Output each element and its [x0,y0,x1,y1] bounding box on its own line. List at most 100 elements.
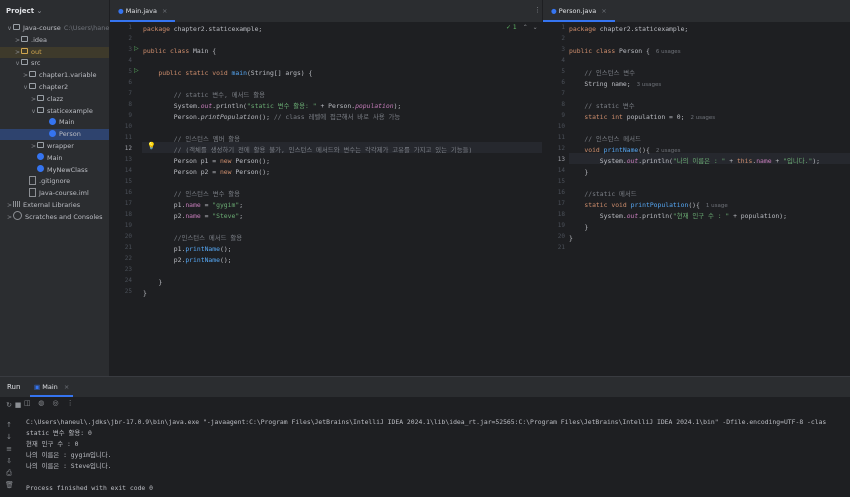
inspection-widget[interactable]: ✓ 1 ⌃ ⌄ [506,24,538,31]
line-number: 17 [557,200,565,207]
usage-hint[interactable]: 3 usages [637,82,662,88]
code-line: } [569,223,589,231]
tree-item[interactable]: Main [0,153,109,164]
tree-item-label: Java-course [23,24,61,32]
chevron-down-icon[interactable]: v [14,58,21,69]
run-main-icon[interactable]: ▷ [134,67,139,74]
tree-item[interactable]: Person [0,129,109,141]
line-number: 9 [128,112,132,119]
code-line: p2.printName(); [143,256,232,264]
chevron-down-icon[interactable]: v [6,23,13,34]
tree-item[interactable]: .gitignore [0,175,109,187]
tree-item[interactable]: > Scratches and Consoles [0,211,109,223]
close-icon[interactable]: × [162,7,167,15]
line-number: 20 [557,233,565,240]
tree-item[interactable]: > chapter1.variable [0,70,109,81]
tree-item[interactable]: v src [0,58,109,69]
trash-icon[interactable]: 🗑 [5,481,14,489]
more-options-icon[interactable]: ⋮ [67,399,75,407]
usage-hint[interactable]: 2 usages [690,115,715,121]
tree-item-label: .idea [31,35,47,44]
package-icon [37,94,44,101]
more-options-icon[interactable]: ⋮ [534,6,541,14]
line-number: 23 [124,266,132,273]
tree-item[interactable]: Main [0,117,109,128]
line-number: 4 [561,57,565,64]
tree-item[interactable]: > clazz [0,94,109,105]
chevron-right-icon[interactable]: > [6,200,13,211]
tab-main-java[interactable]: ● Main.java × [110,0,176,22]
scroll-down-icon[interactable]: ↓ [5,433,13,441]
tree-item[interactable]: MyNewClass [0,165,109,176]
tab-person-java[interactable]: ● Person.java × [543,0,615,22]
code-line: public class Main { [143,47,217,55]
tree-item[interactable]: Java-course.iml [0,187,109,199]
run-tab-main[interactable]: ▣ Main × [30,377,74,397]
chevron-right-icon[interactable]: > [22,70,29,81]
tree-item[interactable]: > wrapper [0,141,109,152]
left-code-editor[interactable]: ✓ 1 ⌃ ⌄ 1 2 3 4 5 6 7 8 9 10 11 12 13 14 15 16 17 18 19 20 2… [110,22,542,376]
scroll-to-end-icon[interactable]: ⇩ [5,457,13,465]
line-number: 19 [557,222,565,229]
close-icon[interactable]: × [601,7,606,15]
rerun-icon[interactable]: ↻ [5,401,13,409]
chevron-down-icon[interactable]: ⌄ [533,24,538,31]
chevron-down-icon[interactable]: v [30,106,37,117]
restore-layout-icon[interactable]: ◍ [38,399,46,407]
folder-icon [21,35,28,42]
run-class-icon[interactable]: ▷ [134,45,139,52]
code-line: package chapter2.staticexample; [569,25,689,33]
chevron-up-icon[interactable]: ⌃ [523,24,528,31]
stop-icon[interactable]: ■ [14,401,22,409]
usage-hint[interactable]: 1 usage [706,203,728,209]
usage-hint[interactable]: 6 usages [656,49,681,55]
project-title-label: Project [6,7,35,15]
tree-item[interactable]: v chapter2 [0,82,109,93]
chevron-down-icon[interactable]: v [22,82,29,93]
line-number: 5 [128,68,132,75]
project-panel-title[interactable]: Project ⌄ [0,0,109,22]
line-number: 7 [561,90,565,97]
line-number: 21 [557,244,565,251]
chevron-right-icon[interactable]: > [6,212,13,223]
code-line: // static 변수, 메서드 활용 [173,91,265,99]
inspection-count: ✓ 1 [506,24,517,31]
tree-item[interactable]: v Java-courseC:\Users\haneul\ [0,23,109,34]
line-number: 10 [124,123,132,130]
tree-item-label: Java-course.iml [39,189,89,198]
code-line: // (객체를 생성하기 전에 활용 불가, 인스턴스 메서드와 변수는 각각제… [173,146,473,154]
line-number: 18 [124,211,132,218]
scroll-up-icon[interactable]: ↑ [5,421,13,429]
package-icon [29,83,36,89]
line-number: 12 [124,145,132,152]
tree-item[interactable]: > out [0,46,109,58]
usage-hint[interactable]: 2 usages [656,148,681,154]
chevron-down-icon[interactable]: ⌄ [36,7,42,15]
line-number: 4 [128,57,132,64]
tree-item[interactable]: > External Libraries [0,200,109,211]
line-number: 2 [561,35,565,42]
run-panel: Run ▣ Main × ◫ ◍ ◎ ⋮ ↻ ■ ↑ ↓ ≡ ⇩ ⎙ 🗑 C:\… [0,376,850,497]
tree-item-label: wrapper [47,142,74,150]
line-number: 1 [128,24,132,31]
line-number: 19 [124,222,132,229]
camera-icon[interactable]: ◫ [24,399,32,407]
right-code-editor[interactable]: 1 2 3 4 5 6 7 8 9 10 11 12 13 14 15 16 17 18 19 20 21 packag… [543,22,850,376]
console-line: 나의 이름은 : Steve입니다. [26,462,112,470]
code-line: package chapter2.staticexample; [143,25,263,33]
chevron-right-icon[interactable]: > [30,141,37,152]
code-line: } [143,289,147,297]
class-icon [37,165,44,173]
chevron-right-icon[interactable]: > [30,94,37,105]
chevron-right-icon[interactable]: > [14,47,21,58]
line-number: 9 [561,112,565,119]
close-icon[interactable]: × [64,383,69,391]
chevron-right-icon[interactable]: > [14,35,21,46]
folder-icon [21,47,28,54]
run-tab-label: Main [42,383,58,391]
tree-item[interactable]: v staticexample [0,106,109,117]
print-icon[interactable]: ⎙ [5,469,13,477]
soft-wrap-icon[interactable]: ≡ [5,445,13,453]
tree-item[interactable]: > .idea [0,35,109,46]
zoom-icon[interactable]: ◎ [52,399,60,407]
